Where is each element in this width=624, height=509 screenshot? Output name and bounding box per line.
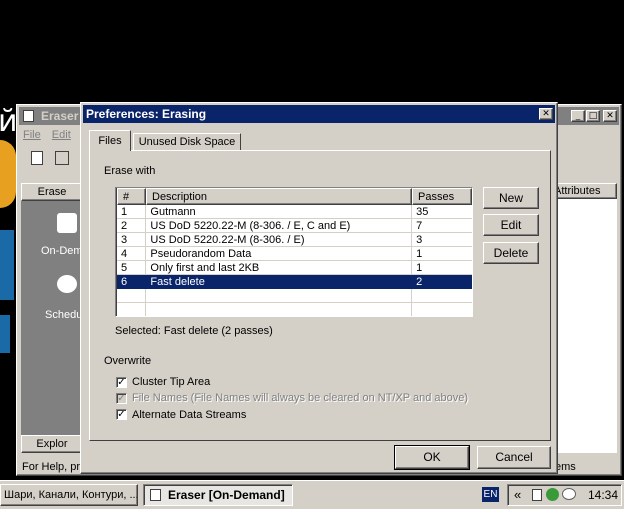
eraser-left-panel: Erase On-Dem Schedu Explor [21,183,83,453]
file-names-checkbox: ✓ [116,393,127,404]
scheduler-icon[interactable] [57,275,77,293]
left-edge-text: й [0,104,18,139]
dialog-titlebar: Preferences: Erasing ✕ [83,105,555,123]
status-bar-right: ems [555,461,576,473]
cell-desc: Fast delete [145,274,413,289]
alternate-data-streams-checkbox[interactable]: ✓ [116,409,127,420]
table-row[interactable]: 6 Fast delete 2 [117,274,472,289]
cell-desc: Only first and last 2KB [145,260,413,275]
new-method-button[interactable]: New [483,187,539,209]
table-row[interactable]: 4 Pseudorandom Data 1 [117,246,472,261]
network-icon[interactable] [532,489,542,501]
cell-desc [145,288,413,303]
dialog-title: Preferences: Erasing [86,107,207,121]
empty-table-row [117,288,472,303]
left-panel-header: Erase [21,183,83,201]
clock[interactable]: 14:34 [588,488,618,502]
toolbar-copy-icon[interactable] [55,151,69,165]
ok-button[interactable]: OK [394,445,470,470]
taskbar: Шари, Канали, Контури, ... Eraser [On-De… [0,480,624,509]
toolbar-new-icon[interactable] [31,151,43,165]
erase-with-label: Erase with [104,165,156,177]
maximize-icon[interactable]: □ [586,110,600,122]
left-edge-graphic-2 [0,315,10,353]
selected-method-text: Selected: Fast delete (2 passes) [115,325,273,337]
cell-passes: 3 [411,232,472,247]
eraser-window-title: Eraser [41,109,79,123]
cell-num: 1 [117,205,147,219]
column-header-number[interactable]: # [117,188,146,205]
on-demand-label[interactable]: On-Dem [41,245,83,257]
chat-icon[interactable] [562,488,576,500]
overwrite-label: Overwrite [104,355,152,367]
cell-desc: Pseudorandom Data [145,246,413,261]
tab-page: Erase with # Description Passes 1 Gutmann… [89,150,551,441]
cell-desc: Gutmann [145,205,413,219]
eraser-taskbar-icon [150,489,161,501]
eraser-menubar: File Edit [23,129,71,141]
dialog-close-icon[interactable]: ✕ [539,108,553,120]
table-row[interactable]: 1 Gutmann 35 [117,205,472,219]
explorer-button[interactable]: Explor [21,435,83,453]
scheduler-label[interactable]: Schedu [45,309,82,321]
column-header-description[interactable]: Description [146,188,412,205]
cell-num: 3 [117,232,147,247]
alternate-data-streams-label[interactable]: Alternate Data Streams [132,409,246,421]
tab-files[interactable]: Files [89,130,131,151]
system-tray: « 14:34 [507,484,622,506]
cell-num [117,288,147,303]
cell-num: 2 [117,218,147,233]
table-row[interactable]: 3 US DoD 5220.22-M (8-306. / E) 3 [117,232,472,247]
edit-method-button[interactable]: Edit [483,214,539,236]
cell-desc: US DoD 5220.22-M (8-306. / E, C and E) [145,218,413,233]
status-bar-text: For Help, pre [22,461,87,473]
taskbar-item-maps[interactable]: Шари, Канали, Контури, ... [0,484,138,506]
cell-passes [411,302,472,316]
cell-passes: 35 [411,205,472,219]
empty-table-row [117,302,472,316]
minimize-icon[interactable]: _ [571,110,585,122]
security-icon[interactable] [546,488,559,501]
cell-num: 6 [117,274,147,289]
methods-list[interactable]: # Description Passes 1 Gutmann 35 2 US DoD 5… [115,187,473,317]
cell-passes: 1 [411,260,472,275]
column-header-passes[interactable]: Passes [412,188,472,205]
file-names-label: File Names (File Names will always be cl… [132,392,469,404]
cell-desc: US DoD 5220.22-M (8-306. / E) [145,232,413,247]
language-indicator[interactable]: EN [482,487,499,502]
methods-table: 1 Gutmann 35 2 US DoD 5220.22-M (8-306. / E,… [117,205,472,316]
on-demand-icon[interactable] [57,213,77,233]
preferences-dialog: Preferences: Erasing ✕ Files Unused Disk… [80,102,558,474]
delete-method-button[interactable]: Delete [483,242,539,264]
cell-passes [411,288,472,303]
tray-expand-icon[interactable]: « [514,487,521,502]
taskbar-item-eraser[interactable]: Eraser [On-Demand] [143,484,293,506]
table-row[interactable]: 2 US DoD 5220.22-M (8-306. / E, C and E) 7 [117,218,472,233]
cell-passes: 1 [411,246,472,261]
cell-num [117,302,147,316]
tab-files-label: Files [98,135,122,147]
cancel-button[interactable]: Cancel [477,446,551,469]
eraser-app-icon [23,110,34,122]
cell-num: 4 [117,246,147,261]
cell-desc [145,302,413,316]
left-edge-graphic [0,230,14,300]
cell-passes: 2 [411,274,472,289]
cell-passes: 7 [411,218,472,233]
menu-file[interactable]: File [23,129,41,141]
cell-num: 5 [117,260,147,275]
menu-edit[interactable]: Edit [52,129,71,141]
table-row[interactable]: 5 Only first and last 2KB 1 [117,260,472,275]
tab-unused-disk-space[interactable]: Unused Disk Space [133,133,241,151]
cluster-tip-area-label[interactable]: Cluster Tip Area [132,376,210,388]
cluster-tip-area-checkbox[interactable]: ✓ [116,377,127,388]
close-icon[interactable]: ✕ [603,110,617,122]
left-edge-logo [0,140,16,208]
tab-unused-disk-space-label: Unused Disk Space [138,136,236,148]
